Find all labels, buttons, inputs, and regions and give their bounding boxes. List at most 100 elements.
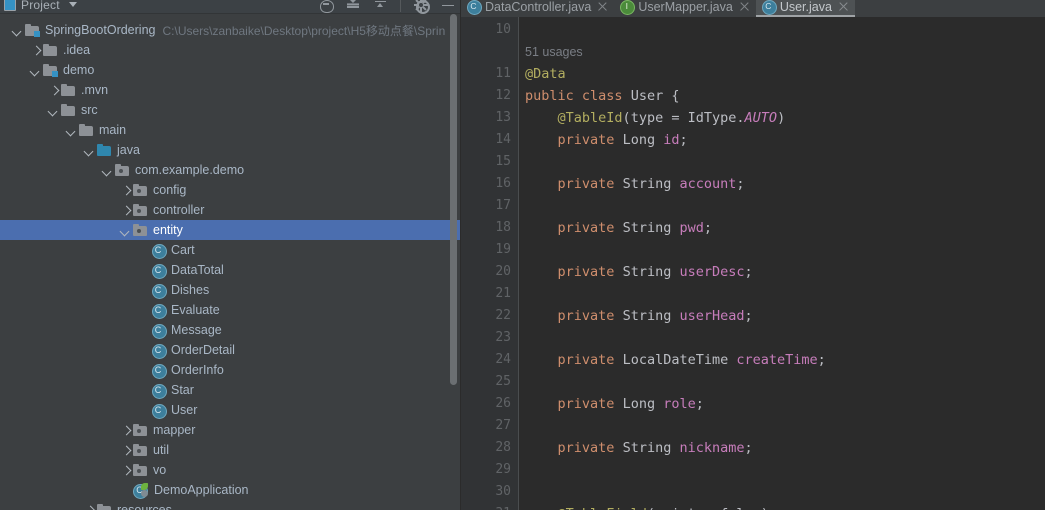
module-folder-icon xyxy=(43,63,58,77)
project-title-group[interactable]: Project xyxy=(4,0,77,12)
editor-tab[interactable]: I UserMapper.java xyxy=(614,0,756,17)
tree-row[interactable]: C OrderInfo xyxy=(0,360,461,380)
close-icon[interactable] xyxy=(839,2,848,11)
close-icon[interactable] xyxy=(740,2,749,11)
chevron-right-icon[interactable] xyxy=(30,45,41,56)
chevron-down-icon[interactable] xyxy=(84,145,95,156)
tree-row[interactable]: .mvn xyxy=(0,80,461,100)
resources-folder-icon xyxy=(97,503,112,510)
java-interface-icon: I xyxy=(620,0,636,15)
line-number: 11 xyxy=(495,66,511,81)
spring-boot-class-icon: C xyxy=(133,482,148,499)
code-line[interactable]: private String userHead; xyxy=(525,305,753,327)
java-class-icon: C xyxy=(151,243,167,259)
tree-row[interactable]: C Evaluate xyxy=(0,300,461,320)
chevron-right-icon[interactable] xyxy=(120,205,131,216)
tree-row[interactable]: C OrderDetail xyxy=(0,340,461,360)
package-icon xyxy=(133,203,148,217)
line-number: 20 xyxy=(495,264,511,279)
tree-row[interactable]: C Cart xyxy=(0,240,461,260)
tree-row[interactable]: resources xyxy=(0,500,461,510)
project-file-tree[interactable]: SpringBootOrdering C:\Users\zanbaike\Desk… xyxy=(0,15,461,510)
hide-ai-icon[interactable] xyxy=(319,0,334,13)
tree-row[interactable]: demo xyxy=(0,60,461,80)
tree-row[interactable]: C Star xyxy=(0,380,461,400)
code-line[interactable]: @Data xyxy=(525,63,566,85)
code-line[interactable]: private String account; xyxy=(525,173,745,195)
code-line[interactable]: @TableField(exist = false) xyxy=(525,503,769,510)
close-icon[interactable] xyxy=(598,2,607,11)
code-vision-usages-hint[interactable]: 51 usages xyxy=(525,41,583,63)
java-class-icon: C xyxy=(151,363,167,379)
code-line[interactable]: private Long role; xyxy=(525,393,704,415)
code-line[interactable]: private String nickname; xyxy=(525,437,753,459)
editor-tab-label: DataController.java xyxy=(485,0,592,14)
java-class-icon: C xyxy=(151,383,167,399)
settings-gear-icon[interactable] xyxy=(414,0,430,14)
chevron-right-icon[interactable] xyxy=(120,425,131,436)
code-line[interactable]: private LocalDateTime createTime; xyxy=(525,349,826,371)
code-line[interactable]: public class User { xyxy=(525,85,680,107)
tree-row-selected[interactable]: entity xyxy=(0,220,461,240)
chevron-right-icon[interactable] xyxy=(84,505,95,510)
tree-row[interactable]: C Message xyxy=(0,320,461,340)
tree-row[interactable]: main xyxy=(0,120,461,140)
chevron-down-icon[interactable] xyxy=(30,65,41,76)
tree-row[interactable]: java xyxy=(0,140,461,160)
editor-gutter[interactable]: 10 11 12 13 14 15 16 17 18 19 20 21 22 23 24 25 26 27 28 29… xyxy=(461,17,519,510)
minimize-icon[interactable] xyxy=(441,0,455,12)
tree-node-label: SpringBootOrdering xyxy=(45,23,156,37)
collapse-all-icon[interactable] xyxy=(346,0,360,12)
tree-row[interactable]: C User xyxy=(0,400,461,420)
editor-tab[interactable]: C DataController.java xyxy=(461,0,614,17)
chevron-right-icon[interactable] xyxy=(120,465,131,476)
package-dot xyxy=(136,469,141,473)
tree-row[interactable]: C DemoApplication xyxy=(0,480,461,500)
tree-vertical-scrollbar[interactable] xyxy=(450,14,457,385)
code-content[interactable]: 51 usages @Data public class User { @Table… xyxy=(519,17,1045,510)
tree-node-label: Evaluate xyxy=(171,303,220,317)
chevron-down-icon[interactable] xyxy=(102,165,113,176)
tree-row[interactable]: com.example.demo xyxy=(0,160,461,180)
chevron-down-icon[interactable] xyxy=(66,125,77,136)
code-line[interactable]: @TableId(type = IdType.AUTO) xyxy=(525,107,786,129)
source-root-folder-icon xyxy=(97,143,112,157)
folder-icon xyxy=(61,83,76,97)
chevron-right-icon[interactable] xyxy=(120,445,131,456)
tree-row[interactable]: C DataTotal xyxy=(0,260,461,280)
chevron-down-icon[interactable] xyxy=(120,225,131,236)
code-line[interactable]: private String userDesc; xyxy=(525,261,753,283)
tree-row[interactable]: .idea xyxy=(0,40,461,60)
chevron-down-icon[interactable] xyxy=(48,105,59,116)
tree-row[interactable]: C Dishes xyxy=(0,280,461,300)
line-number: 29 xyxy=(495,462,511,477)
tree-row[interactable]: src xyxy=(0,100,461,120)
line-number: 14 xyxy=(495,132,511,147)
code-line[interactable]: private Long id; xyxy=(525,129,688,151)
code-editor[interactable]: 10 11 12 13 14 15 16 17 18 19 20 21 22 23 24 25 26 27 28 29… xyxy=(461,17,1045,510)
folder-icon xyxy=(79,123,94,137)
tree-row[interactable]: controller xyxy=(0,200,461,220)
tree-row[interactable]: SpringBootOrdering C:\Users\zanbaike\Desk… xyxy=(0,20,461,40)
tree-row[interactable]: vo xyxy=(0,460,461,480)
line-number: 27 xyxy=(495,418,511,433)
tree-node-label: DemoApplication xyxy=(154,483,249,497)
tree-row[interactable]: config xyxy=(0,180,461,200)
run-badge xyxy=(141,490,148,497)
panel-divider[interactable] xyxy=(460,0,461,510)
chevron-down-icon[interactable] xyxy=(68,2,77,7)
expand-all-icon[interactable] xyxy=(373,0,387,12)
editor-tab-active[interactable]: C User.java xyxy=(755,0,856,17)
chevron-right-icon[interactable] xyxy=(48,85,59,96)
code-line[interactable]: private String pwd; xyxy=(525,217,713,239)
chevron-right-icon[interactable] xyxy=(120,185,131,196)
tree-row[interactable]: util xyxy=(0,440,461,460)
tree-row[interactable]: mapper xyxy=(0,420,461,440)
tree-node-label: DataTotal xyxy=(171,263,224,277)
tree-node-label: demo xyxy=(63,63,95,77)
chevron-down-icon[interactable] xyxy=(12,25,23,36)
